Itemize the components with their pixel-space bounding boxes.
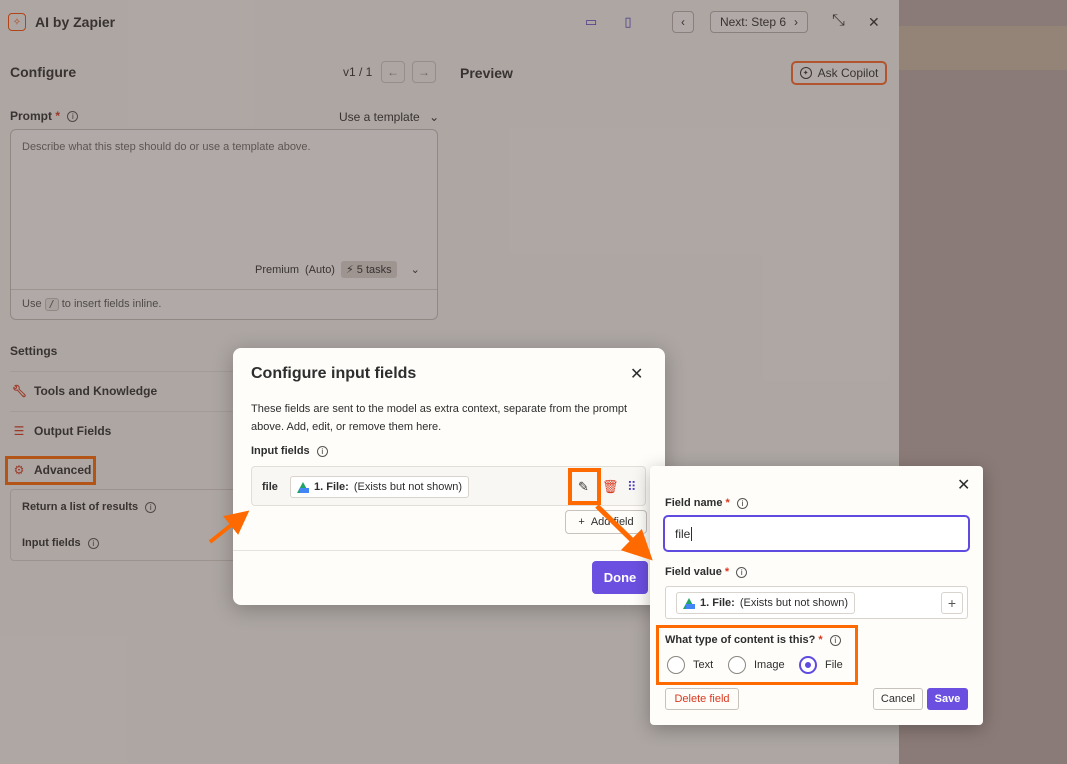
required-mark: * — [725, 497, 730, 509]
info-icon[interactable]: i — [736, 566, 748, 578]
cancel-button[interactable]: Cancel — [873, 688, 923, 710]
google-drive-icon — [297, 481, 309, 493]
field-value-chip: 1. File: (Exists but not shown) — [676, 592, 856, 614]
text-cursor — [691, 527, 693, 541]
input-fields-label-text: Input fields — [251, 445, 310, 457]
trash-icon[interactable]: 🗑︎ — [602, 479, 619, 495]
field-name-label: Field name * i — [665, 497, 748, 509]
field-name-value: file — [675, 527, 691, 541]
delete-field-button[interactable]: Delete field — [665, 688, 739, 710]
field-value-input[interactable]: 1. File: (Exists but not shown) + — [665, 586, 968, 619]
chip-ref: 1. File: — [700, 597, 735, 609]
drag-handle-icon[interactable]: ⠿ — [627, 479, 637, 495]
field-value-label-text: Field value — [665, 566, 722, 578]
close-icon[interactable]: ✕ — [630, 364, 643, 384]
google-drive-icon — [683, 597, 695, 609]
chip-ref: 1. File: — [314, 481, 349, 493]
configure-input-fields-modal: Configure input fields ✕ These fields ar… — [233, 348, 665, 605]
background-band — [899, 26, 1067, 70]
field-name: file — [262, 481, 278, 493]
modal-title: Configure input fields — [251, 365, 417, 382]
input-fields-label: Input fields i — [251, 445, 328, 457]
divider — [233, 550, 665, 551]
chip-note: (Exists but not shown) — [353, 481, 463, 493]
field-value-label: Field value * i — [665, 566, 748, 578]
done-button[interactable]: Done — [592, 561, 648, 594]
chip-note: (Exists but not shown) — [739, 597, 849, 609]
close-icon[interactable]: ✕ — [957, 475, 970, 495]
insert-data-button[interactable]: + — [941, 592, 963, 614]
field-value-chip: 1. File: (Exists but not shown) — [290, 476, 470, 498]
required-mark: * — [724, 566, 730, 578]
plus-icon: + — [578, 516, 585, 528]
content-type-highlight — [656, 625, 858, 685]
info-icon[interactable]: i — [316, 445, 328, 457]
add-field-button[interactable]: + Add field — [565, 510, 647, 534]
save-button[interactable]: Save — [927, 688, 968, 710]
add-field-label: Add field — [590, 516, 634, 528]
info-icon[interactable]: i — [736, 497, 748, 509]
field-name-label-text: Field name — [665, 497, 723, 509]
field-editor-popover: ✕ Field name * i file Field value * i 1.… — [650, 466, 983, 725]
edit-highlight — [568, 468, 601, 505]
field-name-input[interactable]: file — [663, 515, 970, 552]
modal-description: These fields are sent to the model as ex… — [251, 403, 628, 433]
